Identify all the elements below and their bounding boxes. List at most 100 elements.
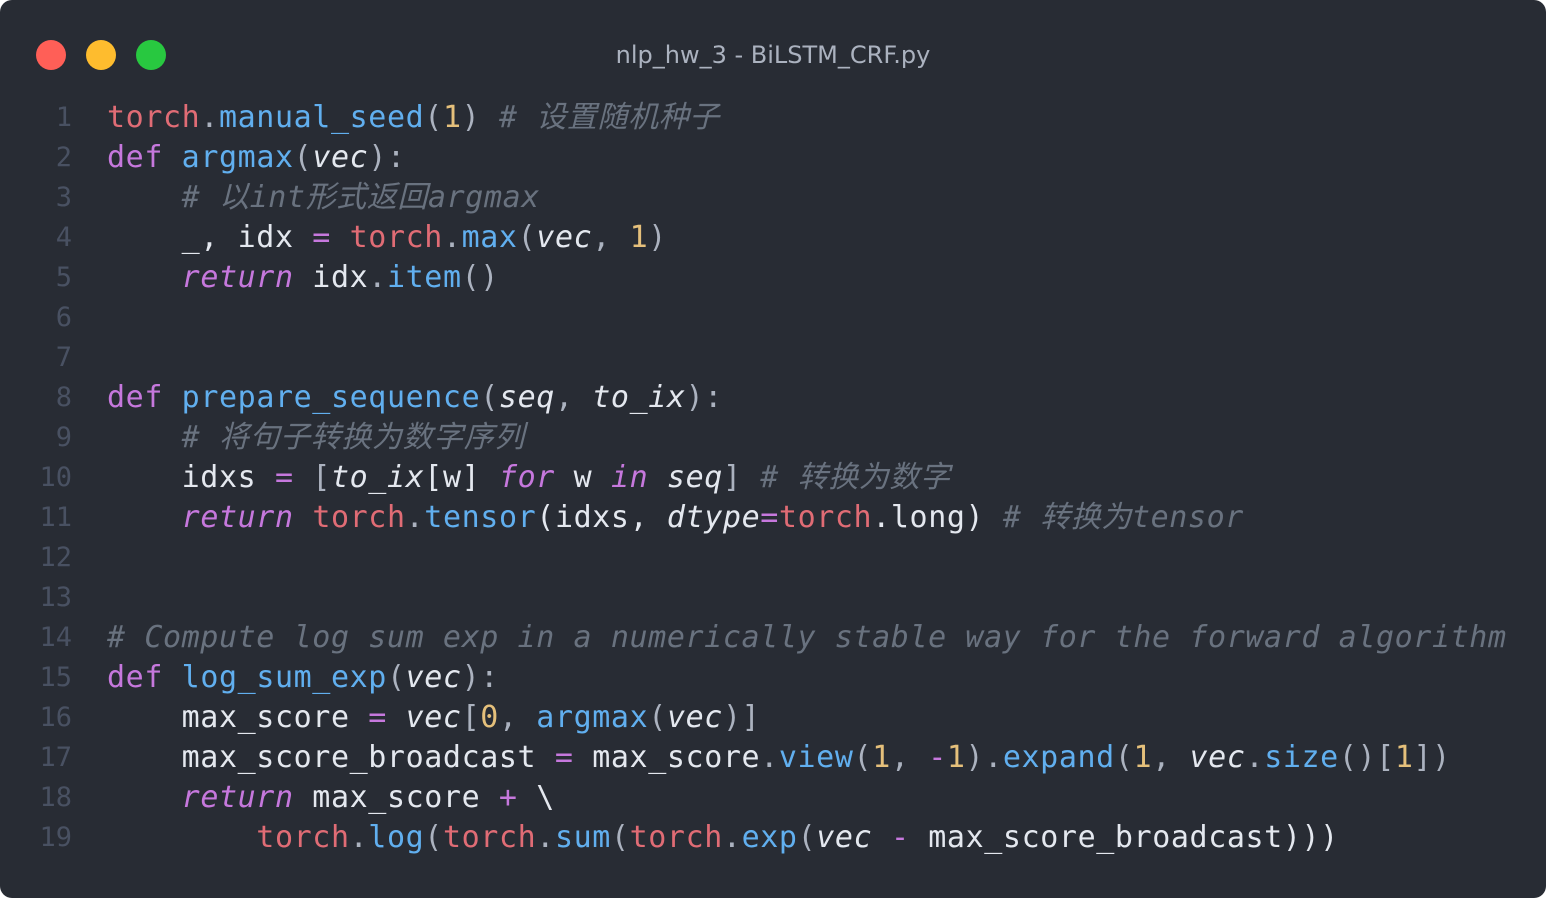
code-line: 6	[0, 298, 1546, 338]
code-token: .	[349, 820, 369, 855]
code-line: 14 # Compute log sum exp in a numerically…	[0, 618, 1546, 658]
line-number: 3	[55, 182, 72, 213]
line-number: 11	[39, 502, 72, 533]
code-text: max_score = vec[0, argmax(vec)]	[107, 698, 760, 738]
code-token: vec	[1189, 740, 1246, 775]
line-number: 9	[55, 422, 72, 453]
code-line: 4 _, idx = torch.max(vec, 1)	[0, 218, 1546, 258]
code-token: (	[797, 820, 817, 855]
code-token: 1	[946, 740, 966, 775]
code-token: def	[107, 380, 163, 415]
code-token: (	[853, 740, 873, 775]
code-token: ,	[592, 220, 630, 255]
code-line: 5 return idx.item()	[0, 258, 1546, 298]
code-token: vec	[666, 700, 723, 735]
code-token: log	[368, 820, 425, 855]
code-token: 1	[1133, 740, 1153, 775]
code-line: 13	[0, 578, 1546, 618]
line-number: 14	[39, 622, 72, 653]
code-token: .	[760, 740, 779, 775]
code-editor[interactable]: 1 torch.manual_seed(1) # 设置随机种子 2 def argma…	[0, 98, 1546, 858]
code-token: [w]	[424, 460, 499, 495]
code-token: vec	[816, 820, 873, 855]
code-text: torch.manual_seed(1) # 设置随机种子	[107, 98, 720, 138]
code-token: _, idx	[107, 220, 313, 255]
code-token: .	[1245, 740, 1265, 775]
line-number: 2	[55, 142, 72, 173]
code-token: -	[928, 740, 947, 775]
code-token: (	[517, 220, 537, 255]
code-token: return	[181, 780, 294, 815]
code-token: 1	[872, 740, 891, 775]
line-number: 17	[39, 742, 72, 773]
code-token: .	[368, 260, 387, 295]
code-token: vec	[312, 140, 369, 175]
code-token: # Compute log sum exp in a numerically s…	[107, 620, 1507, 655]
code-token: seq	[666, 460, 723, 495]
code-token: +	[498, 780, 518, 815]
code-token: max_score_broadcast)))	[909, 820, 1339, 855]
line-number: 8	[55, 382, 72, 413]
code-token: # 将句子转换为数字序列	[181, 420, 525, 455]
code-token: seq	[498, 380, 555, 415]
code-token: torch	[442, 820, 537, 855]
line-number: 15	[39, 662, 72, 693]
code-token: vec	[405, 660, 462, 695]
code-token: def	[107, 660, 163, 695]
code-token: ()[	[1338, 740, 1395, 775]
code-token: 0	[480, 700, 499, 735]
code-token: vec	[405, 700, 462, 735]
code-token: torch	[107, 100, 201, 135]
code-text: idxs = [to_ix[w] for w in seq] # 转换为数字	[107, 458, 951, 498]
code-text: max_score_broadcast = max_score.view(1, …	[107, 738, 1451, 778]
line-number: 19	[39, 822, 72, 853]
code-token: ):	[368, 140, 406, 175]
code-text: # 将句子转换为数字序列	[107, 418, 525, 458]
code-token: .	[722, 820, 742, 855]
code-token: for	[498, 460, 555, 495]
code-token: torch	[778, 500, 873, 535]
code-token: tensor	[424, 500, 537, 535]
code-text: torch.log(torch.sum(torch.exp(vec - max_…	[107, 818, 1339, 858]
code-token: 1	[629, 220, 649, 255]
code-token: def	[107, 140, 163, 175]
code-token: torch	[349, 220, 443, 255]
code-token: return	[181, 500, 294, 535]
code-token: (	[424, 820, 443, 855]
code-token: (	[480, 380, 499, 415]
code-line: 17 max_score_broadcast = max_score.view(…	[0, 738, 1546, 778]
code-token: argmax	[536, 700, 649, 735]
code-token: idx	[293, 260, 369, 295]
line-number: 5	[55, 262, 72, 293]
code-token: max_score	[573, 740, 761, 775]
code-line: 8 def prepare_sequence(seq, to_ix):	[0, 378, 1546, 418]
code-token: .	[442, 220, 462, 255]
code-line: 9 # 将句子转换为数字序列	[0, 418, 1546, 458]
code-token: to_ix	[592, 380, 686, 415]
code-line: 10 idxs = [to_ix[w] for w in seq] # 转换为数…	[0, 458, 1546, 498]
window-title: nlp_hw_3 - BiLSTM_CRF.py	[615, 41, 931, 69]
code-token: (	[424, 100, 443, 135]
code-token: max_score_broadcast	[107, 740, 555, 775]
code-token: # 转换为tensor	[1002, 500, 1244, 535]
code-line: 16 max_score = vec[0, argmax(vec)]	[0, 698, 1546, 738]
code-token: ).	[965, 740, 1003, 775]
code-line: 19 torch.log(torch.sum(torch.exp(vec - m…	[0, 818, 1546, 858]
code-token: dtype	[666, 500, 761, 535]
code-token: torch	[629, 820, 723, 855]
code-token: (	[1114, 740, 1134, 775]
code-token: size	[1264, 740, 1339, 775]
code-token: ])	[1413, 740, 1451, 775]
code-token: .	[536, 820, 555, 855]
line-number: 4	[55, 222, 72, 253]
code-line: 18 return max_score + \	[0, 778, 1546, 818]
code-line: 3 # 以int形式返回argmax	[0, 178, 1546, 218]
code-token: view	[778, 740, 854, 775]
